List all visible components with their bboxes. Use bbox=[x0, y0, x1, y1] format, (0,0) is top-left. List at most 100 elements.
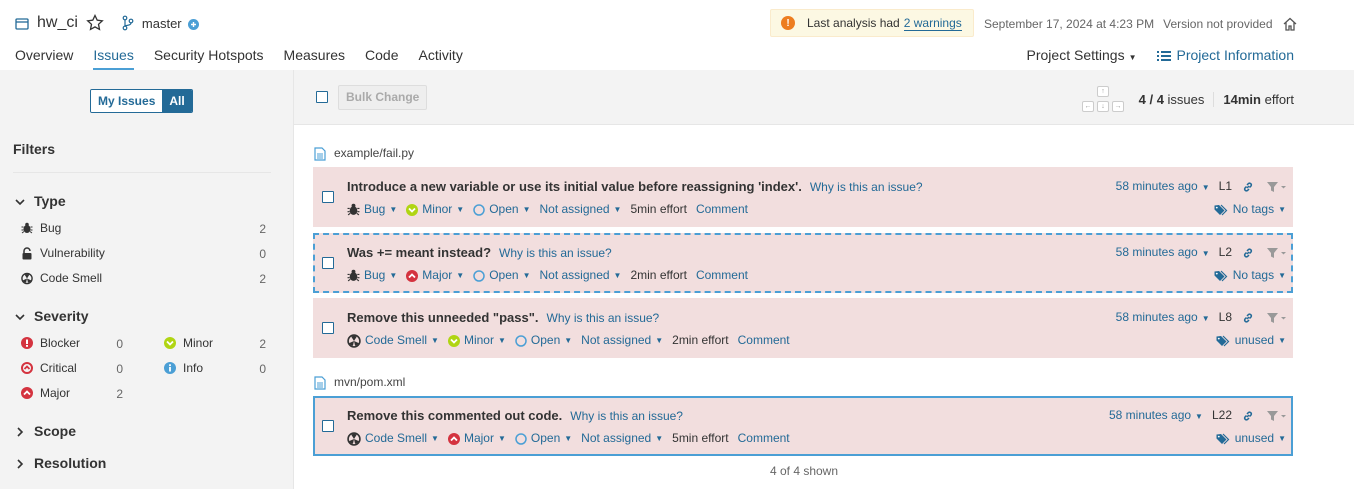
warnings-link[interactable]: 2 warnings bbox=[903, 16, 962, 31]
facet-item-bug[interactable]: Bug bbox=[21, 221, 61, 235]
issue-severity[interactable]: Minor ▼ bbox=[447, 333, 506, 347]
all-issues-button[interactable]: All bbox=[162, 90, 192, 112]
issue-checkbox[interactable] bbox=[322, 420, 334, 432]
tab-overview[interactable]: Overview bbox=[15, 47, 73, 69]
issue-severity[interactable]: Minor ▼ bbox=[406, 202, 464, 216]
major-icon bbox=[447, 431, 464, 446]
facet-item-code-smell[interactable]: Code Smell bbox=[21, 271, 102, 285]
permalink-icon[interactable] bbox=[1242, 245, 1254, 259]
filter-similar-icon[interactable] bbox=[1266, 245, 1286, 259]
issue-meta: Bug ▼ Major ▼ Open ▼ Not assigned ▼ 2min eff… bbox=[347, 268, 757, 282]
facet-severity-header[interactable]: Severity bbox=[15, 308, 88, 324]
issue-date[interactable]: 58 minutes ago ▼ bbox=[1116, 310, 1210, 324]
issue-checkbox[interactable] bbox=[322, 322, 334, 334]
issue-type[interactable]: Code Smell ▼ bbox=[347, 431, 439, 446]
issue-status[interactable]: Open ▼ bbox=[515, 431, 572, 445]
issue-status[interactable]: Open ▼ bbox=[515, 333, 572, 347]
issue-date[interactable]: 58 minutes ago ▼ bbox=[1116, 245, 1210, 259]
issue-message-text[interactable]: Was += meant instead? bbox=[347, 245, 491, 260]
project-information-link[interactable]: Project Information bbox=[1156, 47, 1294, 63]
issue-type[interactable]: Code Smell ▼ bbox=[347, 333, 439, 348]
open-status-icon bbox=[473, 202, 489, 216]
filter-similar-icon[interactable] bbox=[1266, 408, 1286, 422]
select-all-checkbox[interactable] bbox=[316, 91, 328, 103]
facet-scope-header[interactable]: Scope bbox=[15, 423, 76, 439]
issue-checkbox[interactable] bbox=[322, 191, 334, 203]
tag-icon bbox=[1216, 333, 1230, 347]
why-link[interactable]: Why is this an issue? bbox=[547, 311, 660, 325]
facet-count: 2 bbox=[259, 222, 266, 236]
bulk-change-button[interactable]: Bulk Change bbox=[338, 85, 428, 110]
issue-assignee[interactable]: Not assigned ▼ bbox=[540, 202, 622, 216]
issue-assignee[interactable]: Not assigned ▼ bbox=[581, 431, 663, 445]
facet-item-major[interactable]: Major bbox=[21, 386, 70, 400]
code-smell-icon bbox=[21, 272, 33, 285]
project-name[interactable]: hw_ci bbox=[37, 14, 78, 32]
issue-status[interactable]: Open ▼ bbox=[473, 268, 531, 282]
issue-tags[interactable]: unused ▼ bbox=[1216, 431, 1286, 445]
issue-row[interactable]: Remove this commented out code. Why is th… bbox=[313, 396, 1293, 456]
comment-button[interactable]: Comment bbox=[696, 202, 748, 216]
arrow-down-key-icon: ↓ bbox=[1097, 101, 1109, 112]
issue-row[interactable]: Remove this unneeded "pass". Why is this … bbox=[313, 298, 1293, 358]
arrow-left-key-icon: ← bbox=[1082, 101, 1094, 112]
issue-line: L1 bbox=[1218, 179, 1232, 193]
issue-date[interactable]: 58 minutes ago ▼ bbox=[1116, 179, 1210, 193]
shown-count: 4 of 4 shown bbox=[769, 464, 839, 478]
home-icon[interactable] bbox=[1282, 16, 1298, 32]
issue-type[interactable]: Bug ▼ bbox=[347, 202, 397, 216]
comment-button[interactable]: Comment bbox=[738, 333, 790, 347]
branch-add-icon[interactable] bbox=[187, 16, 199, 31]
tab-issues[interactable]: Issues bbox=[93, 47, 135, 71]
issue-message-text[interactable]: Introduce a new variable or use its init… bbox=[347, 179, 802, 194]
why-link[interactable]: Why is this an issue? bbox=[570, 409, 683, 423]
facet-item-vulnerability[interactable]: Vulnerability bbox=[21, 246, 105, 260]
facet-item-minor[interactable]: Minor bbox=[164, 336, 213, 350]
issue-assignee[interactable]: Not assigned ▼ bbox=[581, 333, 663, 347]
tab-security-hotspots[interactable]: Security Hotspots bbox=[154, 47, 264, 69]
tab-code[interactable]: Code bbox=[365, 47, 398, 69]
issue-type[interactable]: Bug ▼ bbox=[347, 268, 397, 282]
issue-tags[interactable]: unused ▼ bbox=[1216, 333, 1286, 347]
issue-tags[interactable]: No tags ▼ bbox=[1214, 268, 1286, 282]
facet-resolution-header[interactable]: Resolution bbox=[15, 455, 106, 471]
filter-similar-icon[interactable] bbox=[1266, 179, 1286, 193]
permalink-icon[interactable] bbox=[1242, 179, 1254, 193]
chevron-down-icon bbox=[15, 193, 25, 209]
comment-button[interactable]: Comment bbox=[696, 268, 748, 282]
issue-row[interactable]: Was += meant instead? Why is this an issu… bbox=[313, 233, 1293, 293]
issue-message-text[interactable]: Remove this unneeded "pass". bbox=[347, 310, 539, 325]
issue-severity[interactable]: Major ▼ bbox=[447, 431, 506, 446]
my-issues-button[interactable]: My Issues bbox=[91, 90, 163, 112]
file-path[interactable]: example/fail.py bbox=[334, 146, 414, 160]
issue-tags[interactable]: No tags ▼ bbox=[1214, 202, 1286, 216]
issue-location: 58 minutes ago ▼ L2 bbox=[1116, 245, 1286, 259]
facet-count: 2 bbox=[116, 387, 123, 401]
issue-row[interactable]: Introduce a new variable or use its init… bbox=[313, 167, 1293, 227]
analysis-meta: September 17, 2024 at 4:23 PM Version no… bbox=[984, 16, 1298, 32]
facet-item-blocker[interactable]: Blocker bbox=[21, 336, 80, 350]
project-settings-menu[interactable]: Project Settings ▼ bbox=[1027, 47, 1137, 63]
comment-button[interactable]: Comment bbox=[738, 431, 790, 445]
filter-similar-icon[interactable] bbox=[1266, 310, 1286, 324]
issue-checkbox[interactable] bbox=[322, 257, 334, 269]
issue-severity[interactable]: Major ▼ bbox=[406, 268, 464, 282]
why-link[interactable]: Why is this an issue? bbox=[499, 246, 612, 260]
issue-date[interactable]: 58 minutes ago ▼ bbox=[1109, 408, 1203, 422]
tab-measures[interactable]: Measures bbox=[284, 47, 345, 69]
facet-item-info[interactable]: Info bbox=[164, 361, 203, 375]
issue-message-text[interactable]: Remove this commented out code. bbox=[347, 408, 562, 423]
facet-type-header[interactable]: Type bbox=[15, 193, 66, 209]
permalink-icon[interactable] bbox=[1242, 310, 1254, 324]
facet-item-critical[interactable]: Critical bbox=[21, 361, 77, 375]
issue-assignee[interactable]: Not assigned ▼ bbox=[540, 268, 622, 282]
favorite-star-icon[interactable] bbox=[86, 14, 104, 32]
project-icon bbox=[15, 15, 29, 31]
issues-count-label: issues bbox=[1167, 92, 1205, 107]
permalink-icon[interactable] bbox=[1242, 408, 1254, 422]
tab-activity[interactable]: Activity bbox=[418, 47, 462, 69]
issue-status[interactable]: Open ▼ bbox=[473, 202, 531, 216]
file-path[interactable]: mvn/pom.xml bbox=[334, 375, 405, 389]
why-link[interactable]: Why is this an issue? bbox=[810, 180, 923, 194]
branch-name[interactable]: master bbox=[142, 16, 182, 31]
